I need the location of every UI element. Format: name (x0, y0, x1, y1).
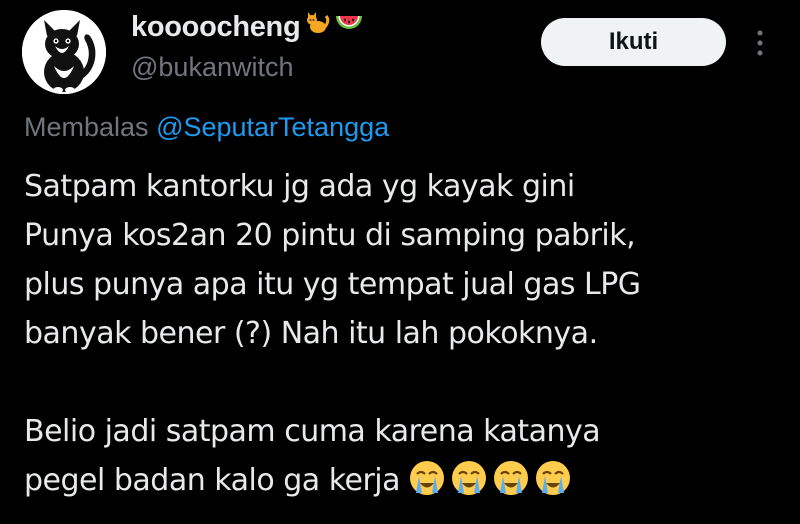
emoji-row (408, 459, 572, 512)
cat-avatar-icon (22, 10, 106, 94)
follow-button[interactable]: Ikuti (541, 18, 726, 66)
tweet-line: Belio jadi satpam cuma karena katanya (24, 414, 601, 449)
tweet-line: Satpam kantorku jg ada yg kayak gini (24, 169, 575, 204)
more-options-icon[interactable] (750, 28, 770, 58)
reply-prefix: Membalas (24, 112, 149, 142)
tweet-line: banyak bener (?) Nah itu lah pokoknya. (24, 316, 598, 351)
tweet-line: plus punya apa itu yg tempat jual gas LP… (24, 267, 641, 302)
tweet-line: Punya kos2an 20 pintu di samping pabrik, (24, 218, 636, 253)
tweet-text: Satpam kantorku jg ada yg kayak gini Pun… (24, 162, 784, 512)
reply-mention-link[interactable]: @SeputarTetangga (156, 112, 389, 142)
tweet-line-last: pegel badan kalo ga kerja (24, 456, 784, 512)
watermelon-emoji-icon (334, 10, 364, 44)
reply-context: Membalas @SeputarTetangga (24, 112, 389, 143)
avatar[interactable] (22, 10, 106, 94)
loudly-crying-face-icon (408, 459, 446, 512)
display-name-text: koooocheng (131, 10, 301, 43)
user-handle[interactable]: @bukanwitch (131, 52, 294, 83)
display-name[interactable]: koooocheng (131, 10, 364, 44)
cat-emoji-icon (304, 10, 330, 44)
loudly-crying-face-icon (492, 459, 530, 512)
loudly-crying-face-icon (450, 459, 488, 512)
loudly-crying-face-icon (534, 459, 572, 512)
tweet-line-text: pegel badan kalo ga kerja (24, 463, 401, 498)
